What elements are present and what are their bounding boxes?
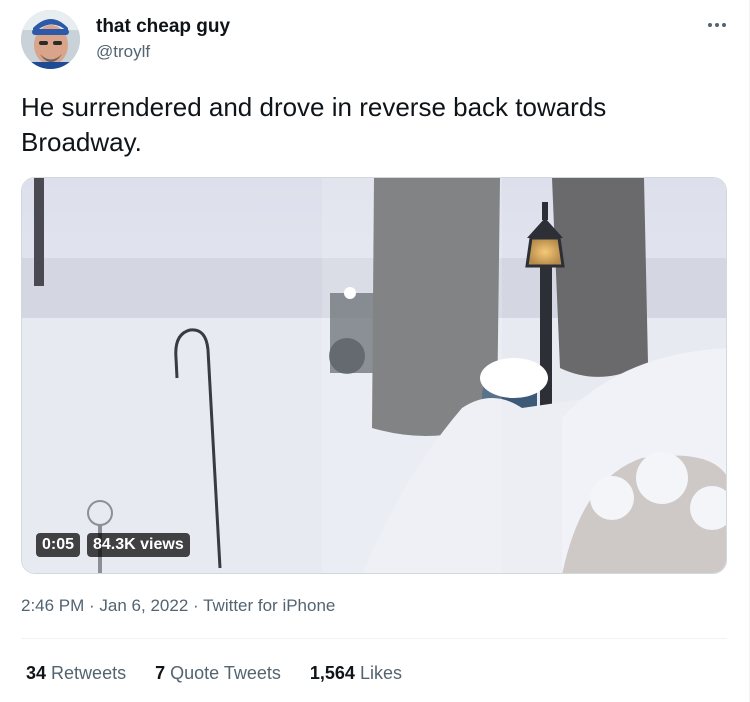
tweet-stats: 34 Retweets 7 Quote Tweets 1,564 Likes	[26, 661, 426, 685]
more-options-icon[interactable]	[704, 12, 730, 38]
likes-stat[interactable]: 1,564 Likes	[310, 661, 402, 685]
retweets-label: Retweets	[51, 663, 127, 683]
avatar[interactable]	[21, 10, 80, 69]
tweet-source[interactable]: Twitter for iPhone	[203, 596, 335, 615]
tweet-meta: 2:46 PM · Jan 6, 2022 · Twitter for iPho…	[21, 595, 335, 617]
retweets-count: 34	[26, 663, 47, 683]
divider	[21, 638, 727, 639]
tweet-date[interactable]: Jan 6, 2022	[99, 596, 188, 615]
quote-tweets-count: 7	[155, 663, 166, 683]
video-views-badge: 84.3K views	[87, 533, 190, 557]
likes-count: 1,564	[309, 663, 355, 683]
snow-scene-video-thumbnail-icon	[22, 178, 726, 573]
tweet-text: He surrendered and drove in reverse back…	[21, 92, 607, 157]
profile-photo-icon	[21, 10, 80, 69]
quote-tweets-label: Quote Tweets	[170, 663, 281, 683]
meta-separator: ·	[84, 596, 100, 615]
retweets-stat[interactable]: 34 Retweets	[26, 661, 126, 685]
tweet-time[interactable]: 2:46 PM	[21, 596, 84, 615]
meta-separator: ·	[188, 596, 204, 615]
tweet: that cheap guy @troylf He surrendered an…	[0, 0, 750, 702]
video-duration-badge: 0:05	[36, 533, 81, 557]
author-handle[interactable]: @troylf	[96, 42, 150, 62]
likes-label: Likes	[359, 663, 402, 683]
quote-tweets-stat[interactable]: 7 Quote Tweets	[155, 661, 281, 685]
author-name[interactable]: that cheap guy	[96, 16, 230, 38]
video-player[interactable]	[21, 177, 727, 574]
